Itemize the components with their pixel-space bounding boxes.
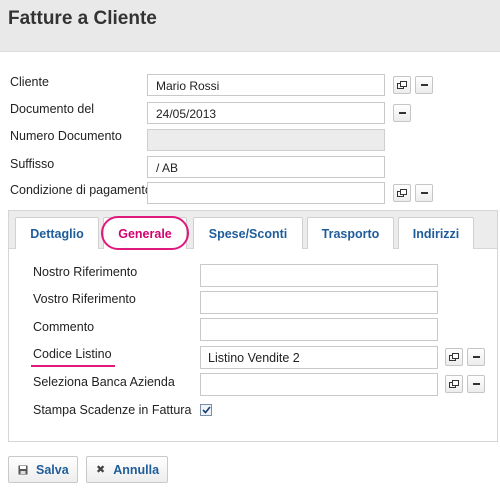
nostro-riferimento-label: Nostro Riferimento xyxy=(33,265,138,279)
vostro-riferimento-label: Vostro Riferimento xyxy=(33,292,136,306)
codice-listino-lookup-button[interactable] xyxy=(445,348,463,366)
stampa-scadenze-label: Stampa Scadenze in Fattura xyxy=(33,403,192,417)
cliente-lookup-button[interactable] xyxy=(393,76,411,94)
numero-documento-label: Numero Documento xyxy=(10,129,122,143)
commento-label: Commento xyxy=(33,320,95,334)
banca-azienda-clear-button[interactable] xyxy=(467,375,485,393)
minus-icon xyxy=(420,84,428,86)
documento-del-label: Documento del xyxy=(10,102,95,116)
minus-icon xyxy=(472,383,480,385)
floppy-disk-icon xyxy=(18,465,28,474)
cliente-field[interactable]: Mario Rossi xyxy=(147,74,385,96)
cliente-clear-button[interactable] xyxy=(415,76,433,94)
commento-field[interactable] xyxy=(200,318,438,341)
cliente-label: Cliente xyxy=(10,75,49,89)
checkmark-icon xyxy=(201,406,211,414)
tab-spese-sconti[interactable]: Spese/Sconti xyxy=(193,217,303,249)
tab-indirizzi[interactable]: Indirizzi xyxy=(398,217,474,249)
page-header: Fatture a Cliente xyxy=(0,0,500,52)
banca-azienda-field[interactable] xyxy=(200,373,438,396)
open-lookup-icon xyxy=(397,189,407,197)
cancel-button-label: Annulla xyxy=(113,462,160,477)
codice-listino-field[interactable]: Listino Vendite 2 xyxy=(200,346,438,369)
condizione-pagamento-label: Condizione di pagamento xyxy=(10,183,152,197)
documento-del-field[interactable]: 24/05/2013 xyxy=(147,102,385,124)
banca-azienda-lookup-button[interactable] xyxy=(445,375,463,393)
open-lookup-icon xyxy=(397,81,407,89)
minus-icon xyxy=(398,112,406,114)
page-title: Fatture a Cliente xyxy=(8,8,157,29)
stampa-scadenze-checkbox[interactable] xyxy=(200,404,212,416)
documento-del-clear-button[interactable] xyxy=(393,104,411,122)
banca-azienda-label: Seleziona Banca Azienda xyxy=(33,375,175,389)
nostro-riferimento-field[interactable] xyxy=(200,264,438,287)
minus-icon xyxy=(420,192,428,194)
open-lookup-icon xyxy=(449,353,459,361)
numero-documento-field xyxy=(147,129,385,151)
save-button[interactable]: Salva xyxy=(8,456,78,483)
save-button-label: Salva xyxy=(36,462,69,477)
close-icon: ✖ xyxy=(96,464,106,476)
condizione-pagamento-field[interactable] xyxy=(147,182,385,204)
suffisso-label: Suffisso xyxy=(10,157,55,171)
codice-listino-highlight xyxy=(31,365,115,367)
open-lookup-icon xyxy=(449,380,459,388)
minus-icon xyxy=(472,356,480,358)
vostro-riferimento-field[interactable] xyxy=(200,291,438,314)
condizione-pagamento-clear-button[interactable] xyxy=(415,184,433,202)
codice-listino-clear-button[interactable] xyxy=(467,348,485,366)
condizione-pagamento-lookup-button[interactable] xyxy=(393,184,411,202)
tab-dettaglio[interactable]: Dettaglio xyxy=(15,217,99,249)
suffisso-field[interactable]: / AB xyxy=(147,156,385,178)
tab-trasporto[interactable]: Trasporto xyxy=(307,217,394,249)
cancel-button[interactable]: ✖ Annulla xyxy=(86,456,168,483)
codice-listino-label: Codice Listino xyxy=(33,347,112,361)
tab-generale[interactable]: Generale xyxy=(103,217,187,249)
